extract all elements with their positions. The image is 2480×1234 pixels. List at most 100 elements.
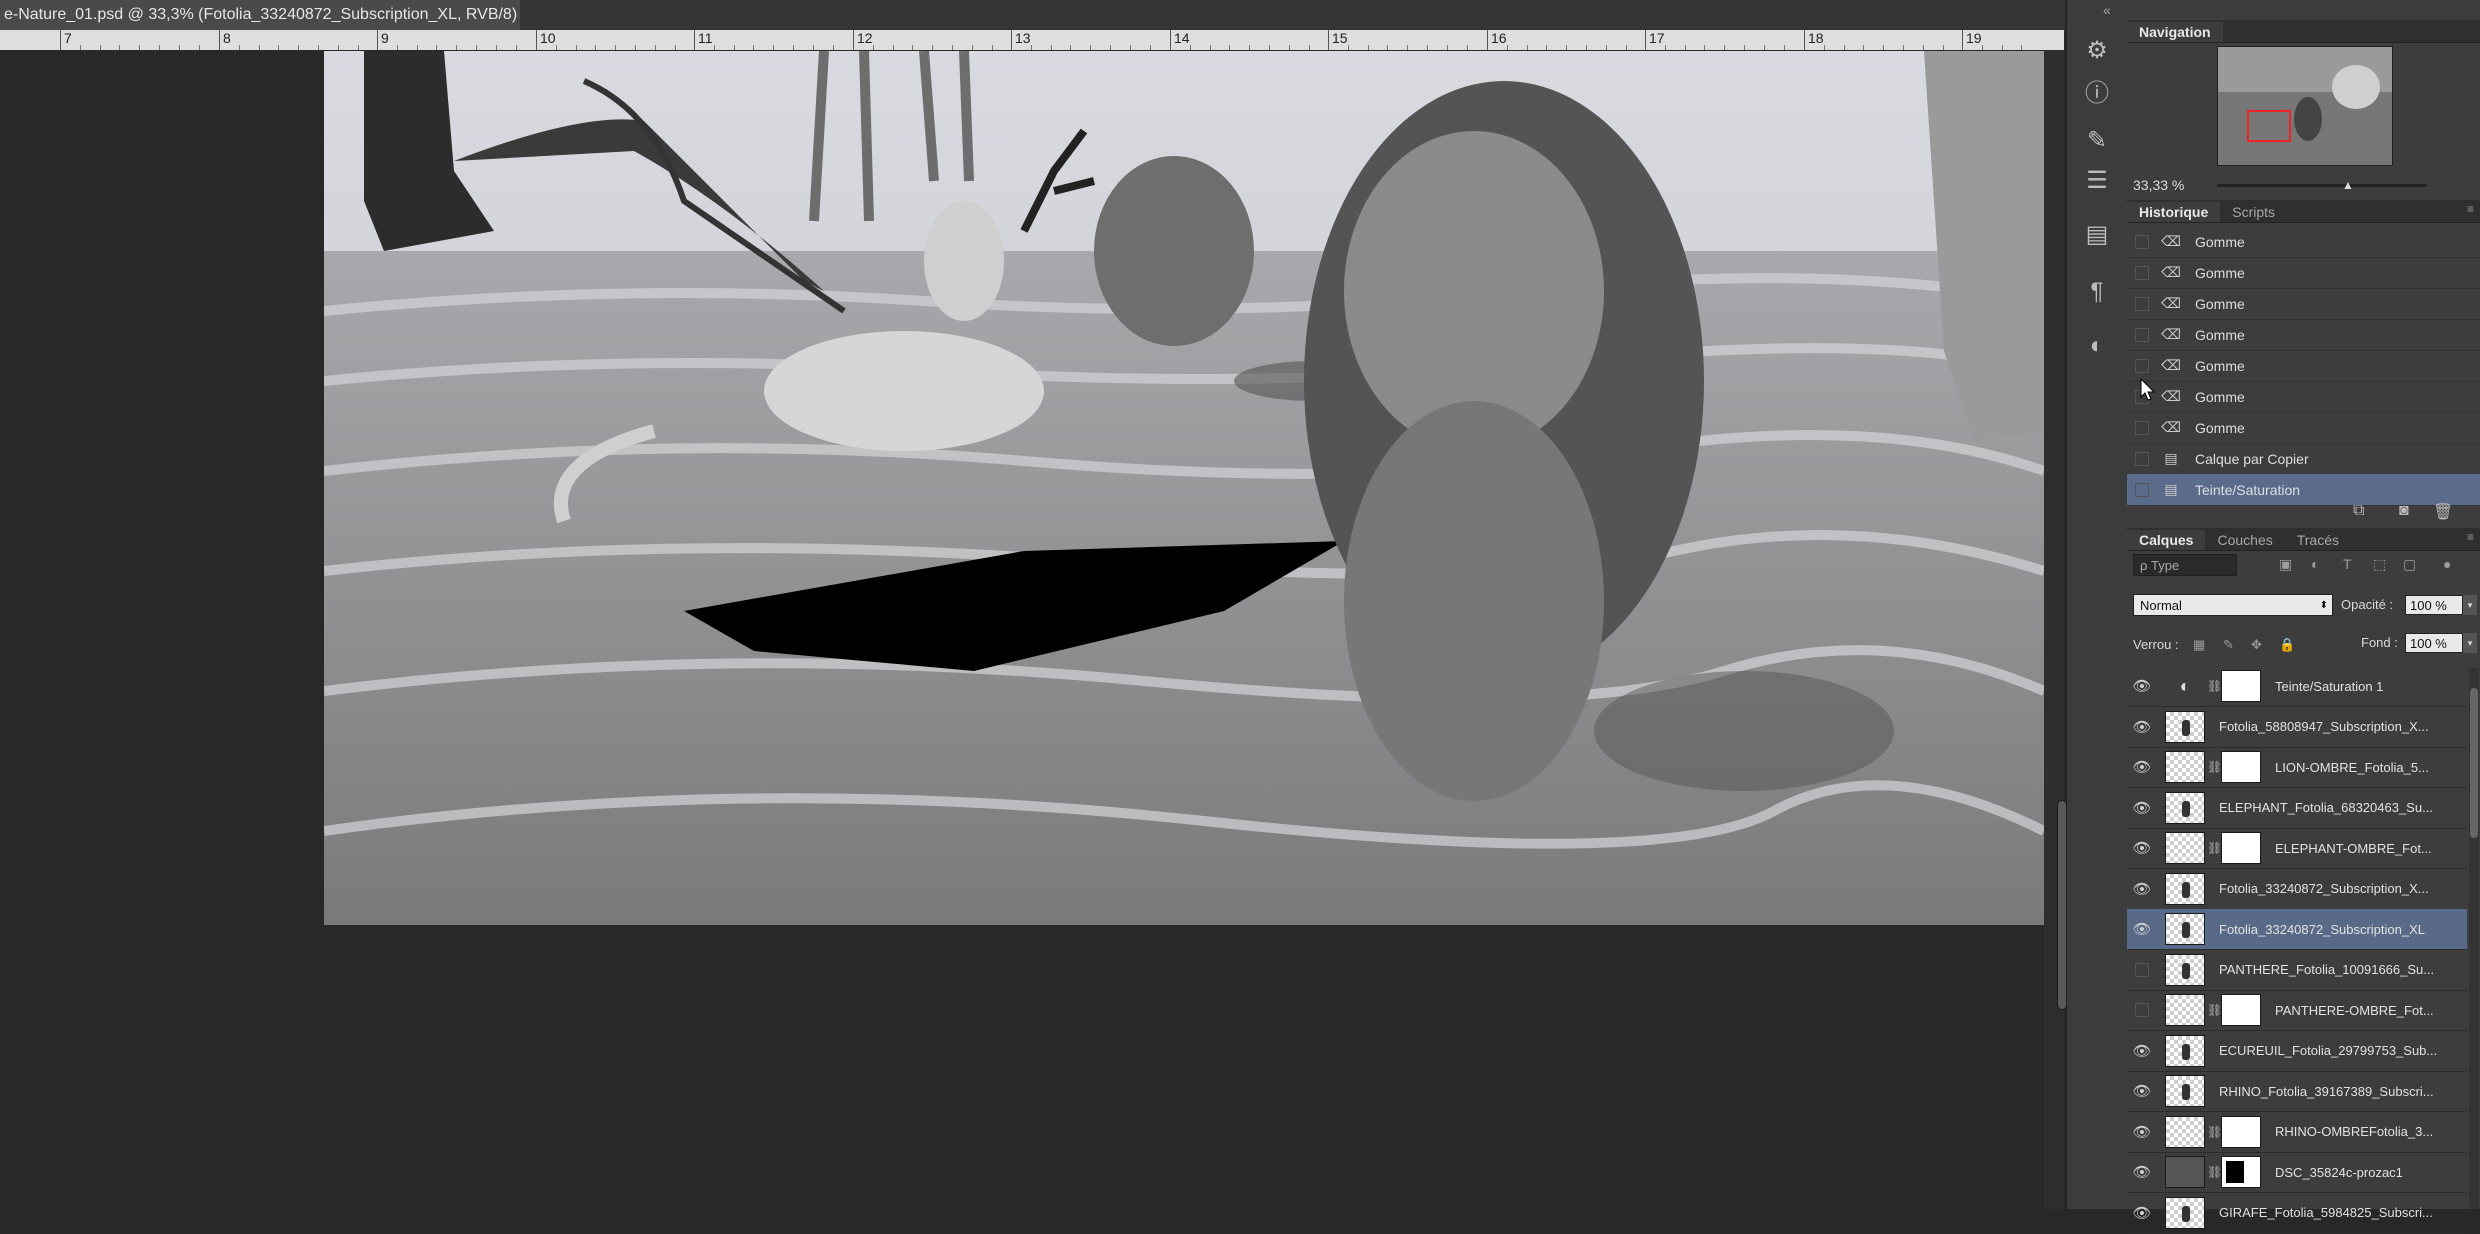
- history-item[interactable]: ⌫ Gomme: [2127, 226, 2480, 258]
- history-item[interactable]: ⌫ Gomme: [2127, 350, 2480, 382]
- sliders-icon[interactable]: ☰: [2081, 164, 2113, 196]
- info-icon[interactable]: ⓘ: [2081, 74, 2113, 107]
- layer-thumbnail[interactable]: [2165, 913, 2205, 945]
- layer-mask-thumbnail[interactable]: [2221, 1115, 2261, 1148]
- layer-row[interactable]: 👁 Fotolia_33240872_Subscription_XL: [2127, 909, 2467, 950]
- tab-traces[interactable]: Tracés: [2285, 530, 2351, 550]
- visibility-toggle-empty[interactable]: [2127, 962, 2157, 977]
- collapse-panels-icon[interactable]: «: [2103, 2, 2111, 18]
- layer-thumbnail[interactable]: [2165, 1156, 2205, 1188]
- history-source-checkbox[interactable]: [2135, 451, 2149, 466]
- history-source-checkbox[interactable]: [2135, 265, 2149, 280]
- blend-mode-select[interactable]: Normal ⬍: [2133, 594, 2333, 616]
- layer-thumbnail[interactable]: [2165, 1075, 2205, 1107]
- paragraph-icon[interactable]: ¶: [2081, 276, 2113, 308]
- layer-row[interactable]: 👁 ⛓ RHINO-OMBREFotolia_3...: [2127, 1112, 2467, 1153]
- horizontal-ruler[interactable]: 7 8 9 10 11 12 13 14 15 16 17 18 19: [0, 30, 2044, 51]
- eye-visibility-icon[interactable]: 👁: [2127, 1123, 2157, 1141]
- layer-thumbnail[interactable]: [2165, 832, 2205, 864]
- layer-row[interactable]: 👁 ⛓ ELEPHANT-OMBRE_Fot...: [2127, 828, 2467, 869]
- history-item[interactable]: ⌫ Gomme: [2127, 412, 2480, 444]
- lock-image-icon[interactable]: ✎: [2223, 637, 2234, 653]
- layer-row[interactable]: 👁 ⛓ LION-OMBRE_Fotolia_5...: [2127, 747, 2467, 788]
- layer-row[interactable]: 👁 RHINO_Fotolia_39167389_Subscri...: [2127, 1071, 2467, 1112]
- eye-visibility-icon[interactable]: 👁: [2127, 920, 2157, 938]
- history-item[interactable]: ⌫ Gomme: [2127, 381, 2480, 413]
- history-source-checkbox[interactable]: [2135, 234, 2149, 249]
- lock-transparency-icon[interactable]: ▦: [2193, 637, 2205, 653]
- opacity-dropdown-icon[interactable]: ▾: [2463, 595, 2477, 615]
- navigation-preview[interactable]: [2217, 46, 2393, 166]
- layer-comps-icon[interactable]: ▤: [2081, 218, 2113, 250]
- filter-pixel-icon[interactable]: ▣: [2279, 556, 2295, 572]
- history-source-checkbox[interactable]: [2135, 420, 2149, 435]
- history-source-checkbox[interactable]: [2135, 358, 2149, 373]
- layer-row[interactable]: 👁 GIRAFE_Fotolia_5984825_Subscri...: [2127, 1193, 2467, 1234]
- brush-presets-icon[interactable]: ✎: [2081, 124, 2113, 156]
- link-chain-icon[interactable]: ⛓: [2207, 679, 2222, 693]
- link-chain-icon[interactable]: ⛓: [2207, 1125, 2222, 1139]
- eye-visibility-icon[interactable]: 👁: [2127, 677, 2157, 695]
- layer-thumbnail[interactable]: [2165, 751, 2205, 783]
- tab-couches[interactable]: Couches: [2205, 530, 2284, 550]
- layer-mask-thumbnail[interactable]: [2221, 1156, 2261, 1188]
- trash-icon[interactable]: 🗑: [2433, 502, 2453, 522]
- eye-visibility-icon[interactable]: 👁: [2127, 758, 2157, 776]
- opacity-field[interactable]: 100 %: [2405, 595, 2463, 615]
- snapshot-camera-icon[interactable]: ◙: [2399, 502, 2409, 520]
- layer-thumbnail[interactable]: [2165, 872, 2205, 905]
- gear-adjust-icon[interactable]: ⚙: [2081, 34, 2113, 66]
- link-chain-icon[interactable]: ⛓: [2207, 841, 2222, 855]
- tab-historique[interactable]: Historique: [2127, 202, 2221, 222]
- tab-navigation[interactable]: Navigation: [2127, 22, 2223, 42]
- tab-calques[interactable]: Calques: [2127, 530, 2206, 550]
- layer-row[interactable]: 👁 ECUREUIL_Fotolia_29799753_Sub...: [2127, 1031, 2467, 1072]
- filter-shape-icon[interactable]: ⬚: [2373, 556, 2389, 572]
- eye-visibility-icon[interactable]: 👁: [2127, 1042, 2157, 1060]
- layers-scrollbar-thumb[interactable]: [2470, 688, 2478, 838]
- history-source-checkbox[interactable]: [2135, 296, 2149, 311]
- history-item[interactable]: ⌫ Gomme: [2127, 319, 2480, 351]
- lock-all-icon[interactable]: 🔒: [2279, 637, 2295, 653]
- panel-menu-icon[interactable]: ≡: [2467, 202, 2474, 216]
- fill-field[interactable]: 100 %: [2405, 633, 2463, 653]
- document-tab[interactable]: e-Nature_01.psd @ 33,3% (Fotolia_3324087…: [0, 0, 549, 30]
- layer-thumbnail[interactable]: [2165, 1115, 2205, 1148]
- layer-thumbnail[interactable]: [2165, 791, 2205, 824]
- link-chain-icon[interactable]: ⛓: [2207, 760, 2222, 774]
- filter-toggle-icon[interactable]: ●: [2443, 556, 2459, 572]
- filter-type-icon[interactable]: T: [2343, 556, 2359, 572]
- layer-filter-select[interactable]: ρ Type: [2133, 554, 2237, 576]
- layer-thumbnail[interactable]: [2165, 710, 2205, 743]
- new-document-from-state-icon[interactable]: ⧉: [2353, 502, 2364, 520]
- layers-scrollbar[interactable]: [2469, 668, 2479, 1209]
- eye-visibility-icon[interactable]: 👁: [2127, 1163, 2157, 1181]
- filter-smart-object-icon[interactable]: ▢: [2403, 556, 2419, 572]
- history-item[interactable]: ⌫ Gomme: [2127, 288, 2480, 320]
- layer-row[interactable]: 👁 ◐ ⛓ Teinte/Saturation 1: [2127, 666, 2467, 707]
- history-item[interactable]: ⌫ Gomme: [2127, 257, 2480, 289]
- layer-row[interactable]: 👁 Fotolia_33240872_Subscription_X...: [2127, 869, 2467, 910]
- layer-thumbnail[interactable]: [2165, 994, 2205, 1026]
- layer-row[interactable]: 👁 ELEPHANT_Fotolia_68320463_Su...: [2127, 788, 2467, 829]
- zoom-slider[interactable]: [2217, 184, 2427, 187]
- layer-mask-thumbnail[interactable]: [2221, 751, 2261, 783]
- eye-visibility-icon[interactable]: 👁: [2127, 718, 2157, 736]
- zoom-slider-knob[interactable]: ▲: [2342, 178, 2354, 192]
- link-chain-icon[interactable]: ⛓: [2207, 1165, 2222, 1179]
- history-item[interactable]: ▤ Teinte/Saturation: [2127, 474, 2480, 506]
- layer-row[interactable]: PANTHERE_Fotolia_10091666_Su...: [2127, 950, 2467, 991]
- layer-thumbnail[interactable]: [2165, 1196, 2205, 1229]
- eye-visibility-icon[interactable]: 👁: [2127, 880, 2157, 898]
- eye-visibility-icon[interactable]: 👁: [2127, 1082, 2157, 1100]
- history-item[interactable]: ▤ Calque par Copier: [2127, 443, 2480, 475]
- eye-visibility-icon[interactable]: 👁: [2127, 839, 2157, 857]
- layer-mask-thumbnail[interactable]: [2221, 994, 2261, 1026]
- layer-thumbnail[interactable]: [2165, 953, 2205, 986]
- canvas-vertical-scrollbar[interactable]: [2044, 50, 2067, 1209]
- eye-visibility-icon[interactable]: 👁: [2127, 799, 2157, 817]
- zoom-field[interactable]: 33,33 %: [2133, 177, 2193, 193]
- visibility-toggle-empty[interactable]: [2127, 1003, 2157, 1017]
- layer-mask-thumbnail[interactable]: [2221, 832, 2261, 864]
- document-canvas[interactable]: [324, 51, 2044, 925]
